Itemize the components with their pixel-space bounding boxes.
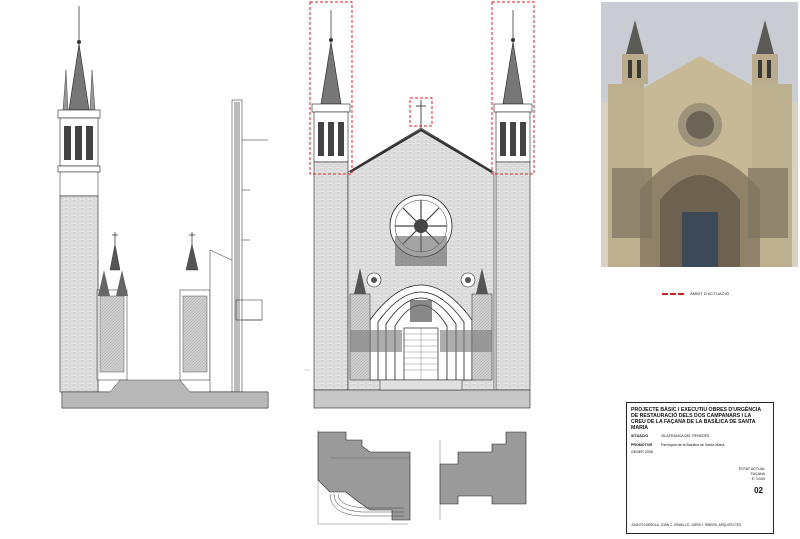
left-side-chapel xyxy=(96,232,128,392)
nave-section xyxy=(179,99,268,393)
scope-legend: ÀMBIT D'ACTUACIÓ xyxy=(662,291,729,296)
facade-left-tower xyxy=(311,10,351,391)
sheet-number: 02 xyxy=(754,486,763,495)
plan-section-right xyxy=(439,431,527,520)
facade-right-tower xyxy=(493,10,533,391)
date-row: GENER 2008 xyxy=(631,450,653,454)
title-block: PROJECTE BÀSIC I EXECUTIU OBRES D'URGÈNC… xyxy=(626,402,774,534)
plan-section-left xyxy=(317,430,411,525)
legend-label: ÀMBIT D'ACTUACIÓ xyxy=(690,291,730,296)
main-facade-elevation xyxy=(309,1,535,409)
architects-credit: JOAN FIGUEROLA, JOAN C. GRAELLS i JORDI … xyxy=(631,523,742,527)
situacio-key: SITUACIÓ xyxy=(631,434,649,438)
side-section-elevation xyxy=(57,6,269,409)
promotor-row: PROMOTOR Parròquia de la Basílica de San… xyxy=(631,443,724,447)
sheet-info: ESTAT ACTUAL FAÇANA E: 1/100 xyxy=(739,467,765,482)
project-date: GENER 2008 xyxy=(631,450,653,454)
legend-dashed-swatch xyxy=(662,292,684,295)
project-title: PROJECTE BÀSIC I EXECUTIU OBRES D'URGÈNC… xyxy=(631,407,761,431)
promotor-value: Parròquia de la Basílica de Santa Maria xyxy=(661,443,725,447)
facade-photograph xyxy=(601,2,798,267)
situacio-row: SITUACIÓ VILAFRANCA DEL PENEDÈS xyxy=(631,434,709,438)
sheet-scale: E: 1/100 xyxy=(751,477,765,481)
left-tower xyxy=(57,6,101,393)
situacio-value: VILAFRANCA DEL PENEDÈS xyxy=(661,434,710,438)
promotor-key: PROMOTOR xyxy=(631,443,653,447)
